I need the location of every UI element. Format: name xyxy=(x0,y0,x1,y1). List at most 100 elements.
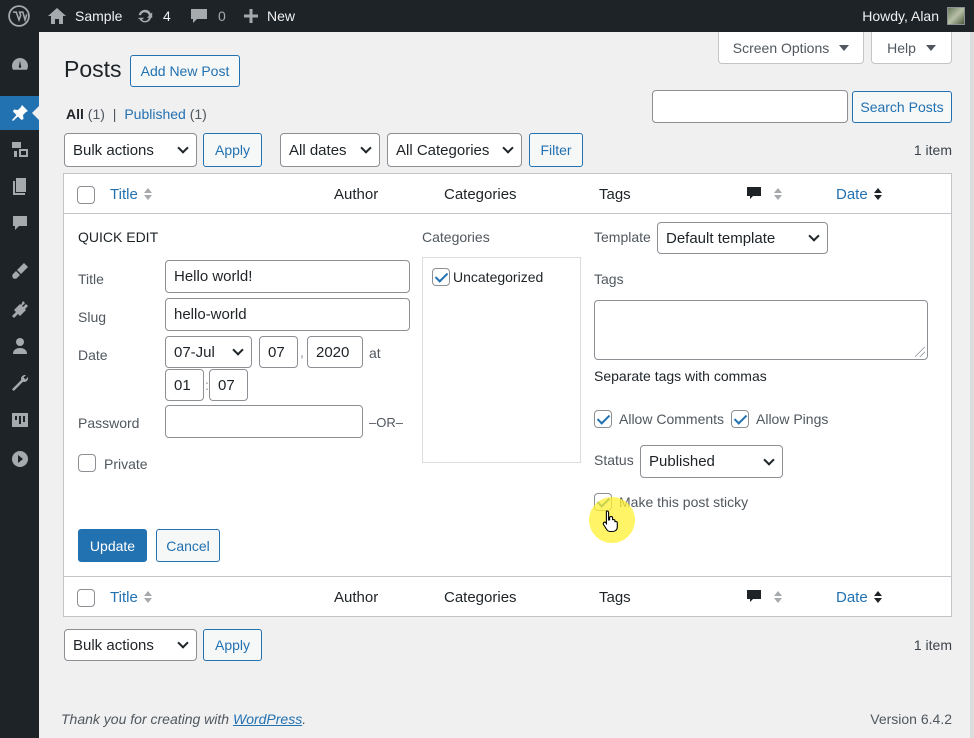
select-all-checkbox-bottom[interactable] xyxy=(77,589,95,607)
collapse-menu-item[interactable] xyxy=(0,442,39,476)
minute-field[interactable]: 07 xyxy=(209,369,248,401)
password-label: Password xyxy=(78,415,140,431)
private-label: Private xyxy=(104,456,148,472)
allow-pings-checkbox[interactable] xyxy=(731,410,749,428)
select-all-checkbox-top[interactable] xyxy=(77,186,95,204)
slug-label: Slug xyxy=(78,309,107,325)
help-label: Help xyxy=(887,39,916,56)
chevron-down-icon xyxy=(177,637,189,649)
comment-bubble-icon xyxy=(747,187,761,199)
site-name: Sample xyxy=(75,8,123,24)
help-button[interactable]: Help xyxy=(871,32,952,64)
pages-icon xyxy=(12,178,26,195)
slug-field[interactable]: hello-world xyxy=(165,298,410,331)
password-field[interactable] xyxy=(165,405,363,438)
category-filter-select[interactable]: All Categories xyxy=(387,133,522,167)
apply-button-bottom[interactable]: Apply xyxy=(203,629,262,661)
comments-count: 0 xyxy=(218,8,226,24)
column-tags-bottom: Tags xyxy=(599,588,631,606)
items-count-top: 1 item xyxy=(913,142,952,158)
comments-menu-item[interactable] xyxy=(0,206,39,240)
plugins-icon xyxy=(11,301,28,318)
date-filter-value: All dates xyxy=(289,141,347,159)
wordpress-link[interactable]: WordPress xyxy=(233,711,302,727)
category-checkbox[interactable] xyxy=(432,268,450,286)
tools-menu-item[interactable] xyxy=(0,366,39,400)
date-filter-select[interactable]: All dates xyxy=(280,133,380,167)
bulk-actions-value: Bulk actions xyxy=(73,636,154,654)
settings-menu-item[interactable] xyxy=(0,403,39,437)
view-all-link[interactable]: All xyxy=(66,106,84,122)
plugins-menu-item[interactable] xyxy=(0,292,39,326)
footer-version: Version 6.4.2 xyxy=(870,711,952,727)
title-field[interactable]: Hello world! xyxy=(165,260,410,293)
media-menu-item[interactable] xyxy=(0,132,39,166)
categories-checklist: Uncategorized xyxy=(422,257,581,463)
bulk-actions-select-top[interactable]: Bulk actions xyxy=(64,133,197,167)
dashboard-menu-item[interactable] xyxy=(0,47,39,81)
users-menu-item[interactable] xyxy=(0,329,39,363)
tags-textarea[interactable] xyxy=(594,300,928,360)
tools-icon xyxy=(11,374,28,391)
password-or: –OR– xyxy=(369,415,403,430)
screen-options-button[interactable]: Screen Options xyxy=(718,32,864,64)
page-title: Posts xyxy=(64,56,122,82)
dashboard-icon xyxy=(11,58,28,70)
resize-handle-icon[interactable] xyxy=(915,347,925,357)
updates-count: 4 xyxy=(163,8,171,24)
update-button[interactable]: Update xyxy=(78,529,147,562)
search-posts-button[interactable]: Search Posts xyxy=(852,91,952,123)
apply-button-top[interactable]: Apply xyxy=(203,133,262,167)
updates-link[interactable]: 4 xyxy=(135,0,171,32)
my-account-link[interactable]: Howdy, Alan xyxy=(862,0,965,32)
category-label: Uncategorized xyxy=(453,269,544,285)
column-date-sort[interactable]: Date xyxy=(836,174,882,214)
column-date-sort-bottom[interactable]: Date xyxy=(836,577,882,617)
month-select[interactable]: 07-Jul xyxy=(165,336,252,368)
collapse-menu-icon xyxy=(11,451,28,467)
posts-menu-item[interactable] xyxy=(0,96,39,130)
column-author-bottom: Author xyxy=(334,588,379,606)
table-header: Title Author Categories Tags Date xyxy=(64,174,951,214)
chevron-down-icon xyxy=(177,142,189,154)
status-select[interactable]: Published xyxy=(640,445,783,478)
admin-bar: Sample 4 0 New Howdy, Alan xyxy=(0,0,974,32)
comments-link[interactable]: 0 xyxy=(189,0,226,32)
page-scrollbar[interactable] xyxy=(970,32,974,738)
wordpress-logo-icon[interactable] xyxy=(8,0,30,32)
private-checkbox[interactable] xyxy=(78,454,96,472)
status-label: Status xyxy=(594,452,634,468)
appearance-menu-item[interactable] xyxy=(0,254,39,288)
column-title-sort-bottom[interactable]: Title xyxy=(110,577,152,617)
day-field[interactable]: 07 xyxy=(259,336,298,368)
new-content-link[interactable]: New xyxy=(243,0,295,32)
column-comments-sort-bottom[interactable] xyxy=(746,577,782,617)
cancel-button[interactable]: Cancel xyxy=(156,529,220,562)
pages-menu-item[interactable] xyxy=(0,169,39,203)
allow-pings-label: Allow Pings xyxy=(756,411,829,427)
tags-hint: Separate tags with commas xyxy=(594,368,767,384)
bulk-actions-select-bottom[interactable]: Bulk actions xyxy=(64,629,197,661)
add-new-post-button[interactable]: Add New Post xyxy=(130,55,240,87)
column-title-sort[interactable]: Title xyxy=(110,174,152,214)
template-select[interactable]: Default template xyxy=(657,222,828,254)
search-input[interactable] xyxy=(652,90,848,123)
filter-button[interactable]: Filter xyxy=(529,133,583,167)
year-field[interactable]: 2020 xyxy=(307,336,363,368)
column-date-label: Date xyxy=(836,588,868,606)
view-published-link[interactable]: Published xyxy=(124,106,186,122)
users-icon xyxy=(12,338,27,354)
allow-comments-checkbox[interactable] xyxy=(594,410,612,428)
column-comments-sort[interactable] xyxy=(746,174,782,214)
chevron-down-icon xyxy=(360,142,372,154)
column-title-label: Title xyxy=(110,588,138,606)
hour-field[interactable]: 01 xyxy=(165,369,204,401)
sort-arrows-icon xyxy=(774,188,782,200)
date-at: at xyxy=(369,345,381,361)
view-all-label: All xyxy=(66,106,84,122)
site-name-link[interactable]: Sample xyxy=(47,0,122,32)
date-comma: , xyxy=(300,344,304,360)
chevron-down-icon xyxy=(808,230,820,242)
posts-pin-icon xyxy=(11,105,28,121)
media-icon xyxy=(11,142,28,157)
